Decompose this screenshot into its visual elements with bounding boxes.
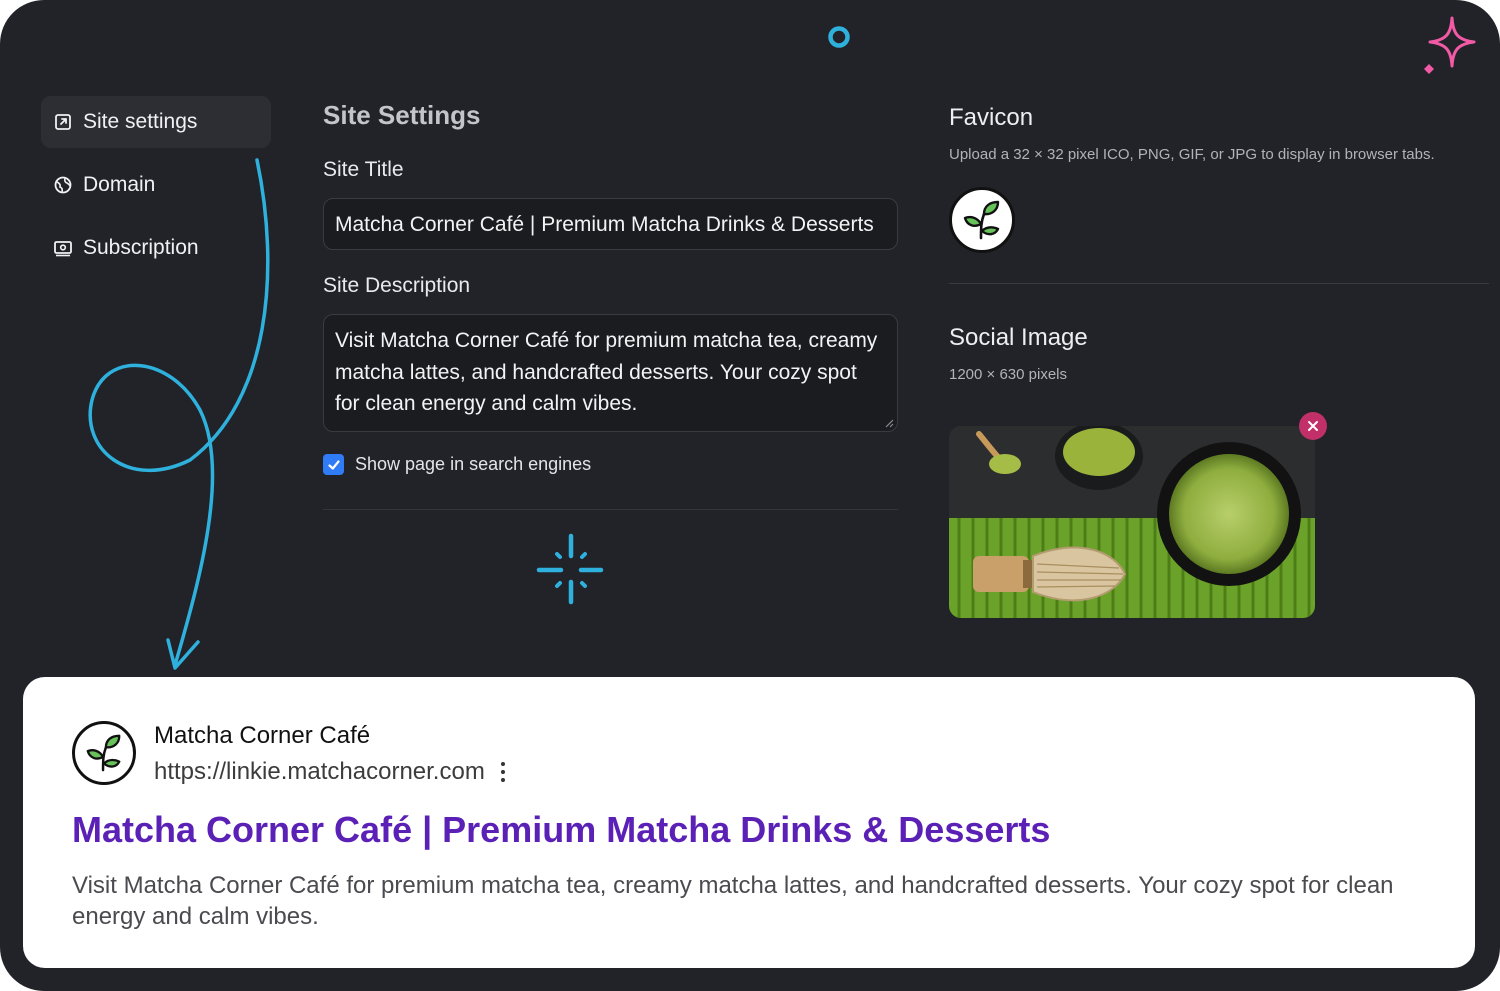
favicon-title: Favicon xyxy=(949,104,1034,131)
preview-description: Visit Matcha Corner Café for premium mat… xyxy=(72,872,1394,930)
search-result-preview: Matcha Corner Café https://linkie.matcha… xyxy=(23,677,1475,968)
favicon-subtitle: Upload a 32 × 32 pixel ICO, PNG, GIF, or… xyxy=(949,146,1435,163)
search-engines-label: Show page in search engines xyxy=(355,454,592,474)
preview-header: Matcha Corner Café https://linkie.matcha… xyxy=(72,721,1426,786)
preview-site-info: Matcha Corner Café https://linkie.matcha… xyxy=(154,721,509,786)
preview-site-name: Matcha Corner Café xyxy=(154,722,371,749)
sidebar-item-label: Domain xyxy=(83,173,156,196)
more-vertical-icon[interactable] xyxy=(497,760,509,784)
sparkle-doodle-icon xyxy=(1424,16,1476,74)
resize-handle-icon[interactable] xyxy=(884,418,894,428)
settings-sidebar: Site settings Domain Subscription xyxy=(41,96,271,285)
divider xyxy=(323,509,898,510)
page-title: Site Settings xyxy=(323,100,481,130)
app-frame: Site settings Domain Subscription Site S… xyxy=(0,0,1500,991)
sidebar-item-label: Site settings xyxy=(83,110,198,133)
preview-url-row: https://linkie.matchacorner.com xyxy=(154,758,509,786)
burst-doodle-icon xyxy=(536,533,604,605)
matcha-photo xyxy=(949,426,1315,618)
preview-title-link[interactable]: Matcha Corner Café | Premium Matcha Drin… xyxy=(72,808,1426,852)
external-link-square-icon xyxy=(53,112,73,132)
site-description-text: Visit Matcha Corner Café for premium mat… xyxy=(335,329,878,415)
site-description-textarea[interactable]: Visit Matcha Corner Café for premium mat… xyxy=(323,314,898,432)
site-settings-form: Site Settings Site Title Matcha Corner C… xyxy=(323,96,898,510)
site-description-label: Site Description xyxy=(323,274,471,297)
remove-social-image-button[interactable] xyxy=(1299,412,1327,440)
sidebar-item-site-settings[interactable]: Site settings xyxy=(41,96,271,148)
sidebar-item-label: Subscription xyxy=(83,236,199,259)
social-image-upload xyxy=(949,412,1327,618)
site-title-label: Site Title xyxy=(323,158,404,181)
sidebar-item-subscription[interactable]: Subscription xyxy=(41,222,271,274)
favicon-preview[interactable] xyxy=(949,187,1015,253)
search-engines-option: Show page in search engines xyxy=(323,454,898,475)
sprout-leaf-icon xyxy=(86,734,121,772)
divider xyxy=(949,283,1489,284)
sprout-leaf-icon xyxy=(963,200,1000,240)
search-engines-checkbox[interactable] xyxy=(323,454,344,475)
social-image-preview[interactable] xyxy=(949,426,1315,618)
ring-doodle-icon xyxy=(828,26,850,48)
globe-icon xyxy=(53,175,73,195)
close-icon xyxy=(1308,421,1318,431)
media-settings: Favicon Upload a 32 × 32 pixel ICO, PNG,… xyxy=(949,104,1489,618)
sidebar-item-domain[interactable]: Domain xyxy=(41,159,271,211)
social-image-title: Social Image xyxy=(949,324,1088,351)
preview-favicon xyxy=(72,721,136,785)
preview-url[interactable]: https://linkie.matchacorner.com xyxy=(154,758,485,786)
checkmark-icon xyxy=(327,459,340,470)
site-title-input[interactable]: Matcha Corner Café | Premium Matcha Drin… xyxy=(323,198,898,250)
social-image-subtitle: 1200 × 630 pixels xyxy=(949,366,1068,383)
banknote-icon xyxy=(53,238,73,258)
